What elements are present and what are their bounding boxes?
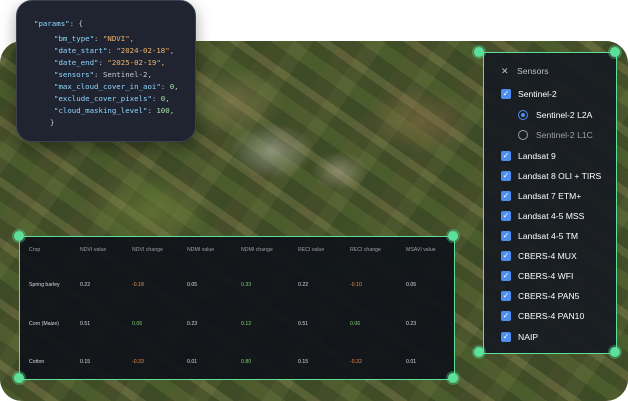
resize-handle[interactable]	[474, 347, 484, 357]
code-line: "params": {	[34, 19, 83, 28]
code-line: "exclude_cover_pixels": 0,	[54, 94, 170, 103]
radio-selected-icon[interactable]	[518, 110, 528, 120]
checkbox-checked-icon[interactable]: ✓	[501, 332, 511, 342]
checkbox-checked-icon[interactable]: ✓	[501, 151, 511, 161]
sensor-item-landsat-9[interactable]: ✓ Landsat 9	[501, 150, 556, 162]
resize-handle[interactable]	[610, 47, 620, 57]
table-cell: Spring barley	[29, 282, 60, 288]
table-cell: 0.01	[187, 359, 198, 365]
sensor-item-landsat-4-5-tm[interactable]: ✓ Landsat 4-5 TM	[501, 230, 578, 242]
sensors-title: Sensors	[517, 66, 549, 76]
table-cell: 0.33	[241, 282, 252, 288]
table-cell: 0.06	[350, 321, 361, 327]
code-line: "cloud_masking_level": 100,	[54, 106, 175, 115]
table-cell: -0.32	[350, 359, 362, 365]
code-line: "sensors": Sentinel-2,	[54, 70, 152, 79]
table-cell: 0.51	[80, 321, 91, 327]
resize-handle[interactable]	[448, 373, 458, 383]
column-header: NDMI change	[241, 247, 273, 253]
column-header: RECI value	[298, 247, 325, 253]
radio-unselected-icon[interactable]	[518, 130, 528, 140]
checkbox-checked-icon[interactable]: ✓	[501, 171, 511, 181]
table-cell: 0.01	[406, 359, 417, 365]
column-header: NDMI value	[187, 247, 215, 253]
sensor-item-landsat-8[interactable]: ✓ Landsat 8 OLI + TIRS	[501, 170, 601, 182]
table-cell: Cotton	[29, 359, 45, 365]
sensor-item-cbers-4-wfi[interactable]: ✓ CBERS-4 WFI	[501, 270, 573, 282]
sensor-option-sentinel-2-l1c[interactable]: Sentinel-2 L1C	[518, 129, 593, 141]
sensor-item-landsat-4-5-mss[interactable]: ✓ Landsat 4-5 MSS	[501, 210, 584, 222]
code-line: "date_start": "2024-02-18",	[54, 46, 175, 55]
table-cell: 0.15	[80, 359, 91, 365]
params-code-panel: "params": { "bm_type": "NDVI", "date_sta…	[16, 0, 196, 142]
checkbox-checked-icon[interactable]: ✓	[501, 291, 511, 301]
resize-handle[interactable]	[610, 347, 620, 357]
column-header: MSAVI value	[406, 247, 436, 253]
satellite-icon: ✕	[501, 66, 509, 76]
checkbox-checked-icon[interactable]: ✓	[501, 89, 511, 99]
code-line: "max_cloud_cover_in_aoi": 0,	[54, 82, 179, 91]
column-header: Crop	[29, 247, 41, 253]
table-cell: -0.18	[132, 282, 144, 288]
table-cell: 0.23	[406, 321, 417, 327]
sensors-panel: ✕ Sensors ✓ Sentinel-2 Sentinel-2 L2A Sen…	[483, 52, 617, 354]
sensor-option-sentinel-2-l2a[interactable]: Sentinel-2 L2A	[518, 109, 592, 121]
sensor-item-sentinel-2[interactable]: ✓ Sentinel-2	[501, 88, 557, 100]
table-cell: 0.05	[406, 282, 417, 288]
table-cell: -0.10	[350, 282, 362, 288]
resize-handle[interactable]	[448, 231, 458, 241]
code-line: }	[50, 118, 55, 127]
column-header: NDVI value	[80, 247, 107, 253]
table-cell: 0.06	[132, 321, 143, 327]
sensor-item-cbers-4-pan10[interactable]: ✓ CBERS-4 PAN10	[501, 310, 584, 322]
table-cell: 0.22	[80, 282, 91, 288]
code-line: "bm_type": "NDVI",	[54, 34, 135, 43]
checkbox-checked-icon[interactable]: ✓	[501, 191, 511, 201]
column-header: NDVI change	[132, 247, 163, 253]
table-cell: 0.23	[187, 321, 198, 327]
checkbox-checked-icon[interactable]: ✓	[501, 271, 511, 281]
checkbox-checked-icon[interactable]: ✓	[501, 211, 511, 221]
table-cell: 0.80	[241, 359, 252, 365]
table-cell: -0.33	[132, 359, 144, 365]
crop-index-table: Crop NDVI value NDVI change NDMI value N…	[19, 236, 455, 380]
resize-handle[interactable]	[474, 47, 484, 57]
table-cell: 0.15	[298, 359, 309, 365]
table-cell: 0.05	[187, 282, 198, 288]
sensor-item-landsat-7[interactable]: ✓ Landsat 7 ETM+	[501, 190, 581, 202]
sensor-item-cbers-4-mux[interactable]: ✓ CBERS-4 MUX	[501, 250, 577, 262]
checkbox-checked-icon[interactable]: ✓	[501, 231, 511, 241]
table-cell: 0.12	[241, 321, 252, 327]
checkbox-checked-icon[interactable]: ✓	[501, 311, 511, 321]
resize-handle[interactable]	[14, 373, 24, 383]
table-cell: Corn (Maize)	[29, 321, 59, 327]
resize-handle[interactable]	[14, 231, 24, 241]
column-header: RECI change	[350, 247, 381, 253]
checkbox-checked-icon[interactable]: ✓	[501, 251, 511, 261]
code-line: "date_end": "2025-02-19",	[54, 58, 166, 67]
sensor-item-naip[interactable]: ✓ NAIP	[501, 331, 538, 343]
sensor-item-cbers-4-pan5[interactable]: ✓ CBERS-4 PAN5	[501, 290, 579, 302]
table-cell: 0.51	[298, 321, 309, 327]
table-cell: 0.22	[298, 282, 309, 288]
